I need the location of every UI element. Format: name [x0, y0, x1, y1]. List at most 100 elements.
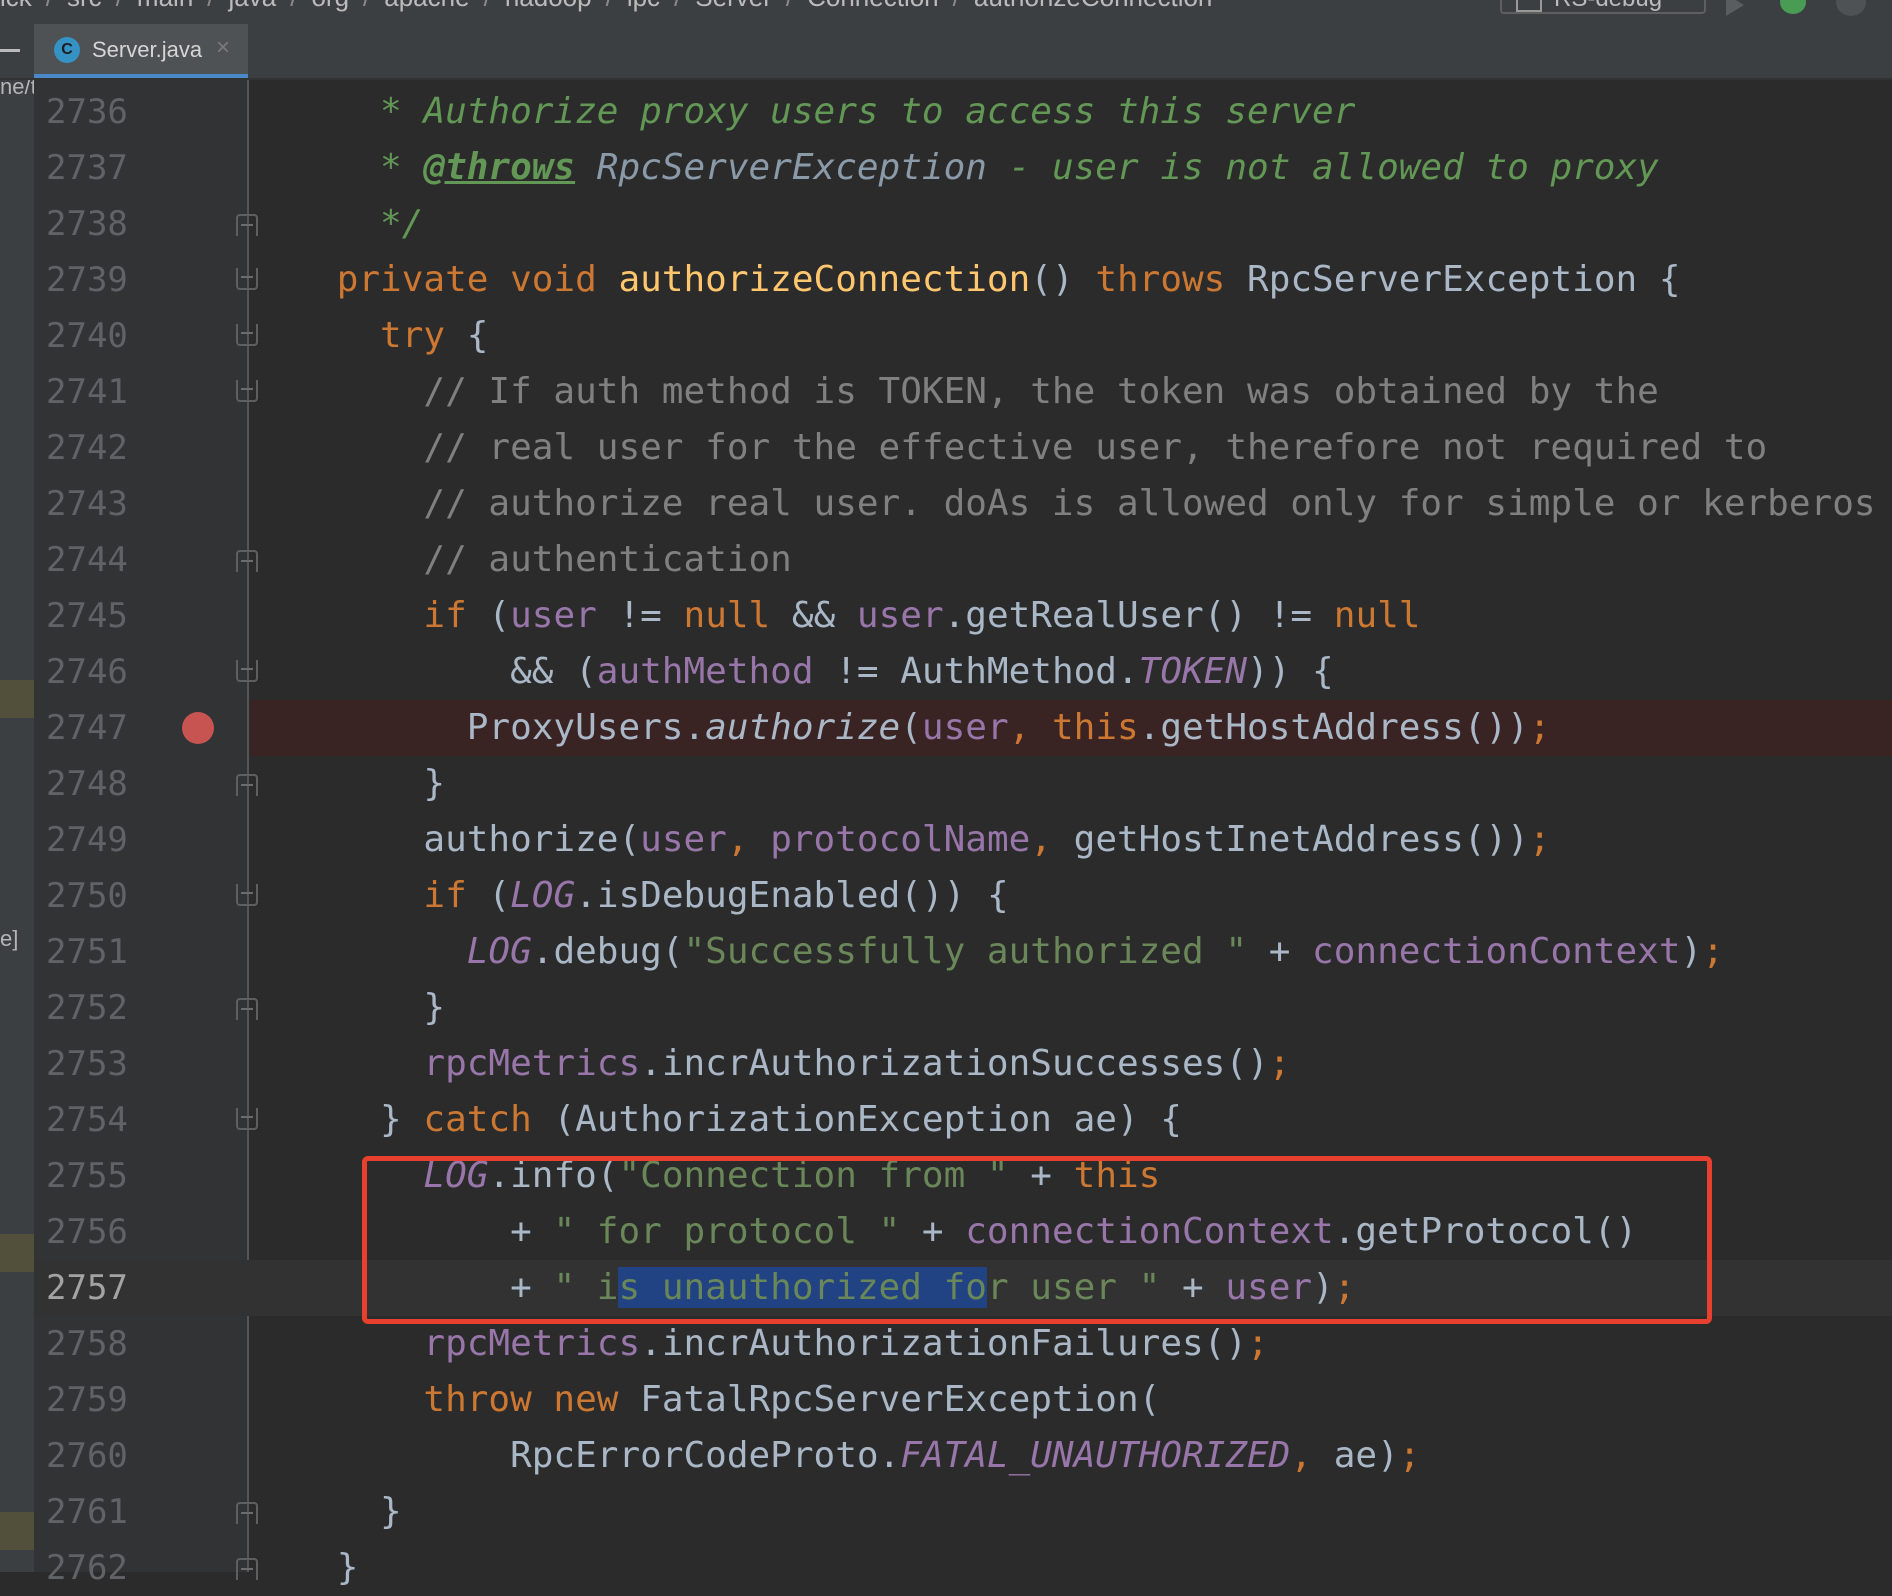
breadcrumb-item[interactable]: java: [229, 0, 277, 13]
breadcrumb-item[interactable]: main: [137, 0, 193, 13]
line-number[interactable]: 2758: [46, 1316, 166, 1372]
line-number[interactable]: 2753: [46, 1036, 166, 1092]
line-number[interactable]: 2741: [46, 364, 166, 420]
code-line[interactable]: 2743 // authorize real user. doAs is all…: [34, 476, 1892, 532]
line-number[interactable]: 2750: [46, 868, 166, 924]
line-number[interactable]: 2759: [46, 1372, 166, 1428]
code-text[interactable]: private void authorizeConnection() throw…: [250, 252, 1681, 308]
code-line[interactable]: 2746 && (authMethod != AuthMethod.TOKEN)…: [34, 644, 1892, 700]
code-text[interactable]: // If auth method is TOKEN, the token wa…: [250, 364, 1658, 420]
code-line[interactable]: 2759 throw new FatalRpcServerException(: [34, 1372, 1892, 1428]
code-text[interactable]: // authentication: [250, 532, 791, 588]
line-number[interactable]: 2743: [46, 476, 166, 532]
code-text[interactable]: && (authMethod != AuthMethod.TOKEN)) {: [250, 644, 1334, 700]
breakpoint-icon[interactable]: [182, 712, 214, 744]
code-text[interactable]: try {: [250, 308, 488, 364]
line-number[interactable]: 2760: [46, 1428, 166, 1484]
code-text[interactable]: if (LOG.isDebugEnabled()) {: [250, 868, 1008, 924]
line-number[interactable]: 2749: [46, 812, 166, 868]
code-line[interactable]: 2754 } catch (AuthorizationException ae)…: [34, 1092, 1892, 1148]
line-number[interactable]: 2739: [46, 252, 166, 308]
debug-icon[interactable]: [1780, 0, 1806, 14]
breadcrumb-item[interactable]: Connection: [807, 0, 939, 13]
line-number[interactable]: 2745: [46, 588, 166, 644]
code-text[interactable]: rpcMetrics.incrAuthorizationSuccesses();: [250, 1036, 1290, 1092]
code-text[interactable]: }: [250, 1540, 359, 1596]
code-line[interactable]: 2758 rpcMetrics.incrAuthorizationFailure…: [34, 1316, 1892, 1372]
line-number[interactable]: 2754: [46, 1092, 166, 1148]
code-line[interactable]: 2753 rpcMetrics.incrAuthorizationSuccess…: [34, 1036, 1892, 1092]
code-text[interactable]: if (user != null && user.getRealUser() !…: [250, 588, 1420, 644]
code-text[interactable]: authorize(user, protocolName, getHostIne…: [250, 812, 1550, 868]
line-number[interactable]: 2747: [46, 700, 166, 756]
code-line[interactable]: 2739 private void authorizeConnection() …: [34, 252, 1892, 308]
line-number[interactable]: 2757: [46, 1260, 166, 1316]
code-text[interactable]: ProxyUsers.authorize(user, this.getHostA…: [250, 700, 1892, 756]
breadcrumb-item[interactable]: src: [67, 0, 102, 13]
line-number[interactable]: 2748: [46, 756, 166, 812]
code-line[interactable]: 2747 ProxyUsers.authorize(user, this.get…: [34, 700, 1892, 756]
code-token: "Successfully authorized ": [683, 931, 1248, 972]
breadcrumb-item[interactable]: authorizeConnection: [974, 0, 1213, 13]
line-number[interactable]: 2762: [46, 1540, 166, 1596]
code-token: }: [250, 1491, 402, 1532]
code-line[interactable]: 2752 }: [34, 980, 1892, 1036]
code-text[interactable]: * Authorize proxy users to access this s…: [250, 84, 1355, 140]
line-number[interactable]: 2738: [46, 196, 166, 252]
code-line[interactable]: 2761 }: [34, 1484, 1892, 1540]
project-tree-fragment: e]: [0, 926, 19, 951]
code-text[interactable]: } catch (AuthorizationException ae) {: [250, 1092, 1182, 1148]
line-number[interactable]: 2744: [46, 532, 166, 588]
code-line[interactable]: 2736 * Authorize proxy users to access t…: [34, 84, 1892, 140]
run-configuration-selector[interactable]: RS-debug: [1500, 0, 1706, 14]
line-number[interactable]: 2740: [46, 308, 166, 364]
code-text[interactable]: // authorize real user. doAs is allowed …: [250, 476, 1875, 532]
code-line[interactable]: 2740 try {: [34, 308, 1892, 364]
breadcrumb-item[interactable]: apache: [384, 0, 469, 13]
line-number[interactable]: 2746: [46, 644, 166, 700]
code-line[interactable]: 2760 RpcErrorCodeProto.FATAL_UNAUTHORIZE…: [34, 1428, 1892, 1484]
breadcrumb-separator: /: [674, 0, 681, 13]
code-text[interactable]: }: [250, 756, 445, 812]
close-tab-icon[interactable]: ×: [216, 34, 230, 62]
code-line[interactable]: 2742 // real user for the effective user…: [34, 420, 1892, 476]
code-line[interactable]: 2738 */: [34, 196, 1892, 252]
code-text[interactable]: }: [250, 980, 445, 1036]
line-number[interactable]: 2737: [46, 140, 166, 196]
collapse-icon[interactable]: [0, 49, 20, 52]
line-number[interactable]: 2756: [46, 1204, 166, 1260]
code-line[interactable]: 2748 }: [34, 756, 1892, 812]
code-text[interactable]: * @throws RpcServerException - user is n…: [250, 140, 1659, 196]
project-panel-edge[interactable]: ne/t e]: [0, 80, 34, 1572]
code-text[interactable]: LOG.debug("Successfully authorized " + c…: [250, 924, 1724, 980]
line-number[interactable]: 2761: [46, 1484, 166, 1540]
breadcrumb-item[interactable]: org: [311, 0, 349, 13]
line-number[interactable]: 2755: [46, 1148, 166, 1204]
code-line[interactable]: 2744 // authentication: [34, 532, 1892, 588]
code-text[interactable]: */: [250, 196, 423, 252]
run-icon[interactable]: [1726, 0, 1744, 16]
code-line[interactable]: 2737 * @throws RpcServerException - user…: [34, 140, 1892, 196]
code-text[interactable]: }: [250, 1484, 402, 1540]
line-number[interactable]: 2742: [46, 420, 166, 476]
line-number[interactable]: 2736: [46, 84, 166, 140]
profile-icon[interactable]: [1836, 0, 1866, 16]
code-text[interactable]: throw new FatalRpcServerException(: [250, 1372, 1160, 1428]
code-line[interactable]: 2750 if (LOG.isDebugEnabled()) {: [34, 868, 1892, 924]
code-line[interactable]: 2745 if (user != null && user.getRealUse…: [34, 588, 1892, 644]
code-text[interactable]: // real user for the effective user, the…: [250, 420, 1767, 476]
code-line[interactable]: 2741 // If auth method is TOKEN, the tok…: [34, 364, 1892, 420]
breadcrumb-item[interactable]: ipc: [627, 0, 660, 13]
line-number[interactable]: 2752: [46, 980, 166, 1036]
code-text[interactable]: RpcErrorCodeProto.FATAL_UNAUTHORIZED, ae…: [250, 1428, 1420, 1484]
code-line[interactable]: 2762 }: [34, 1540, 1892, 1596]
code-text[interactable]: rpcMetrics.incrAuthorizationFailures();: [250, 1316, 1268, 1372]
code-editor[interactable]: 2736 * Authorize proxy users to access t…: [34, 84, 1892, 1596]
breadcrumb-item[interactable]: Server: [695, 0, 772, 13]
breadcrumb-item[interactable]: ick: [0, 0, 32, 13]
line-number[interactable]: 2751: [46, 924, 166, 980]
breadcrumb-item[interactable]: hadoop: [505, 0, 592, 13]
code-line[interactable]: 2751 LOG.debug("Successfully authorized …: [34, 924, 1892, 980]
code-line[interactable]: 2749 authorize(user, protocolName, getHo…: [34, 812, 1892, 868]
tab-server-java[interactable]: C Server.java ×: [34, 24, 248, 78]
